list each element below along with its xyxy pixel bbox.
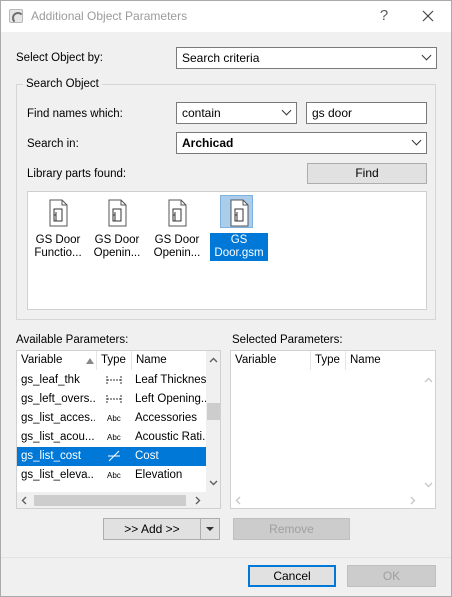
vertical-scrollbar (421, 371, 435, 492)
scrollbar-thumb[interactable] (34, 495, 186, 506)
title-bar: Additional Object Parameters ? (1, 1, 451, 32)
window-title: Additional Object Parameters (31, 9, 188, 23)
close-icon (422, 10, 434, 22)
find-names-label: Find names which: (27, 108, 123, 120)
door-object-icon (49, 199, 68, 227)
horizontal-scrollbar[interactable] (17, 492, 220, 508)
chevron-down-icon (206, 527, 214, 531)
scroll-right-icon (195, 496, 201, 505)
archicad-app-icon (9, 9, 24, 24)
door-object-icon (168, 199, 187, 227)
scroll-right-icon (410, 496, 416, 505)
scroll-down-icon (424, 482, 433, 488)
column-header-type[interactable]: Type (311, 351, 346, 370)
search-object-title: Search Object (23, 78, 102, 90)
scrollbar-thumb[interactable] (207, 403, 220, 420)
scroll-up-icon (209, 357, 218, 363)
real-number-type-icon (108, 450, 120, 462)
available-params-label: Available Parameters: (16, 334, 129, 346)
select-by-label: Select Object by: (16, 52, 103, 64)
ok-button[interactable]: OK (347, 565, 436, 587)
selected-params-label: Selected Parameters: (232, 334, 343, 346)
column-header-variable[interactable]: Variable (17, 351, 97, 370)
scroll-down-icon (209, 480, 218, 486)
search-query-value: gs door (312, 106, 353, 120)
vertical-scrollbar[interactable] (206, 351, 220, 492)
column-header-variable[interactable]: Variable (231, 351, 311, 370)
chevron-down-icon (411, 135, 422, 146)
text-type-icon: Abc (107, 414, 121, 423)
chevron-down-icon (281, 105, 292, 116)
divider (1, 557, 451, 558)
search-query-input[interactable]: gs door (306, 102, 427, 124)
search-in-label: Search in: (27, 138, 79, 150)
library-part-name: GS Door Functio... (34, 234, 82, 259)
chevron-down-icon (421, 50, 432, 61)
library-part-item-selected[interactable]: GS Door.gsm (210, 195, 268, 261)
available-params-list[interactable]: Variable Type Name gs_leaf_thk Leaf Thic… (16, 350, 221, 509)
column-header-name[interactable]: Name (132, 351, 206, 370)
search-in-dropdown[interactable]: Archicad (176, 132, 427, 154)
select-by-value: Search criteria (182, 51, 260, 65)
match-mode-value: contain (182, 106, 221, 120)
column-header-name[interactable]: Name (346, 351, 421, 370)
table-row[interactable]: gs_leaf_thk Leaf Thickness (17, 371, 206, 390)
length-type-icon (106, 395, 122, 403)
help-button[interactable]: ? (370, 5, 398, 27)
library-parts-list: GS Door Functio... GS Door Openin... GS Do… (27, 191, 427, 310)
scroll-up-icon (424, 377, 433, 383)
library-part-name: GS Door Openin... (93, 234, 141, 259)
scroll-left-icon (21, 496, 27, 505)
select-by-dropdown[interactable]: Search criteria (176, 47, 437, 69)
length-type-icon (106, 376, 122, 384)
table-row[interactable]: gs_left_overs... Left Opening... (17, 390, 206, 409)
text-type-icon: Abc (107, 471, 121, 480)
find-button[interactable]: Find (307, 163, 427, 184)
cancel-button[interactable]: Cancel (248, 565, 336, 587)
dialog-window: Additional Object Parameters ? Select Ob… (0, 0, 452, 597)
search-in-value: Archicad (182, 136, 234, 150)
library-part-item[interactable]: GS Door Openin... (148, 199, 206, 261)
table-row[interactable]: gs_list_eleva... Abc Elevation (17, 466, 206, 485)
scroll-left-icon (235, 496, 241, 505)
sort-ascending-icon (86, 358, 94, 364)
door-object-icon (230, 199, 249, 227)
library-part-item[interactable]: GS Door Functio... (29, 199, 87, 261)
library-part-name: GS Door.gsm (210, 233, 268, 261)
table-row-selected[interactable]: gs_list_cost Cost (17, 447, 206, 466)
table-row[interactable]: gs_list_acces... Abc Accessories (17, 409, 206, 428)
text-type-icon: Abc (107, 433, 121, 442)
selected-params-list[interactable]: Variable Type Name (230, 350, 436, 509)
library-part-item[interactable]: GS Door Openin... (88, 199, 146, 261)
column-header-type[interactable]: Type (97, 351, 132, 370)
close-button[interactable] (414, 5, 442, 27)
library-part-name: GS Door Openin... (153, 234, 201, 259)
add-options-dropdown[interactable] (200, 518, 220, 540)
door-object-icon (108, 199, 127, 227)
remove-button[interactable]: Remove (233, 518, 350, 540)
add-button[interactable]: >> Add >> (103, 518, 201, 540)
match-mode-dropdown[interactable]: contain (176, 102, 297, 124)
found-label: Library parts found: (27, 168, 127, 180)
horizontal-scrollbar (231, 492, 435, 508)
table-row[interactable]: gs_list_acou... Abc Acoustic Rati... (17, 428, 206, 447)
